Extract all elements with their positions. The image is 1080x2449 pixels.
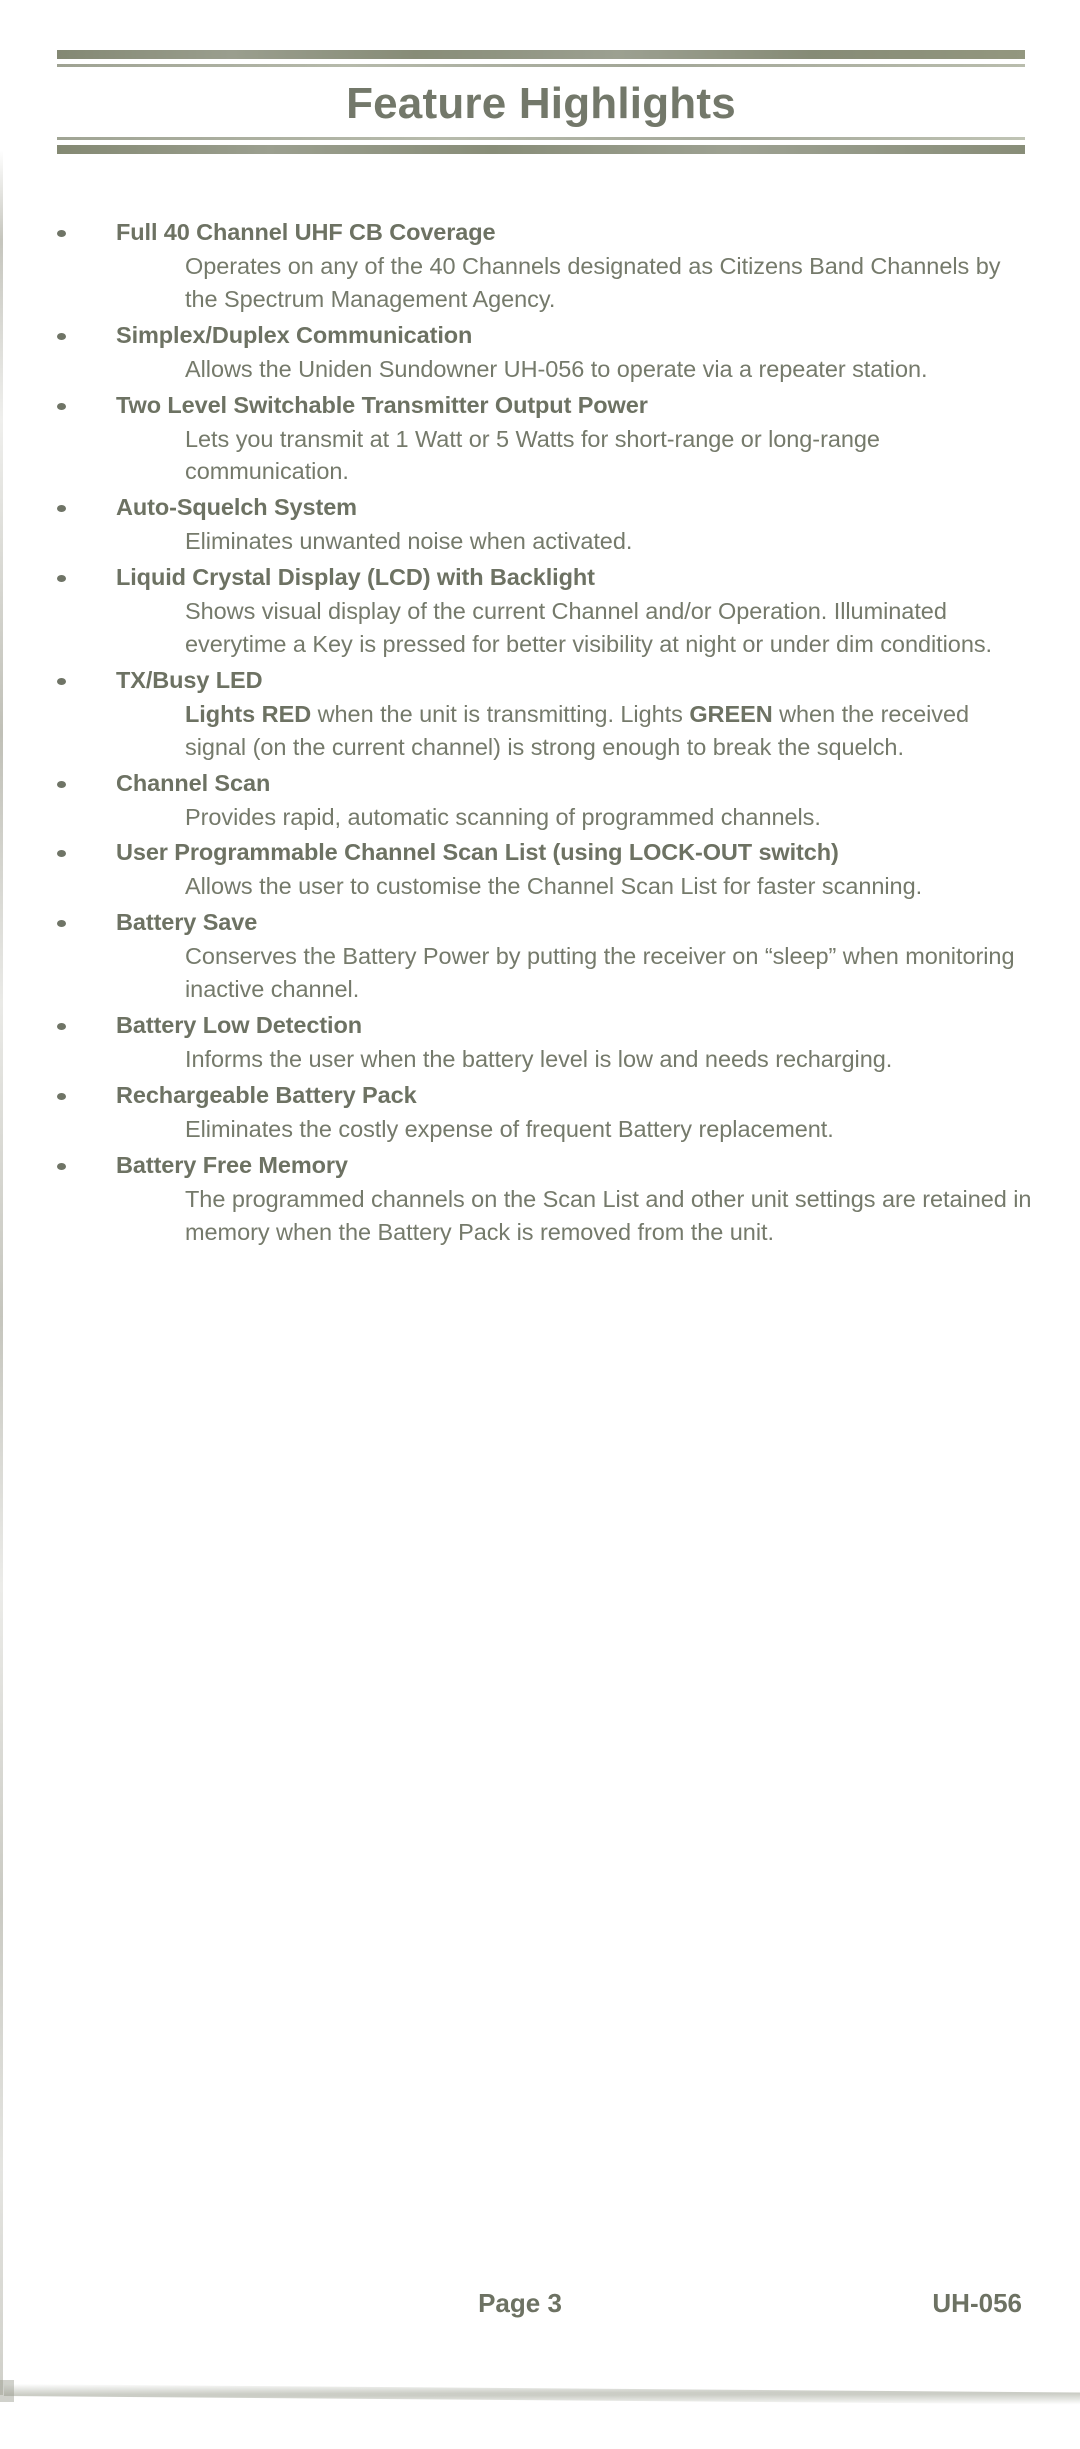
feature-item: Rechargeable Battery Pack Eliminates the… bbox=[0, 1080, 1080, 1146]
feature-body: Lets you transmit at 1 Watt or 5 Watts f… bbox=[185, 425, 880, 485]
feature-body: Informs the user when the battery level … bbox=[185, 1046, 893, 1072]
feature-body: Allows the Uniden Sundowner UH-056 to op… bbox=[185, 355, 928, 382]
bullet-icon bbox=[57, 1023, 66, 1031]
bullet-icon bbox=[57, 780, 66, 788]
bullet-icon bbox=[57, 1092, 66, 1100]
bullet-icon bbox=[57, 230, 66, 237]
feature-title: Full 40 Channel UHF CB Coverage bbox=[116, 219, 496, 245]
feature-body: Shows visual display of the current Chan… bbox=[185, 598, 993, 657]
feature-title: Battery Low Detection bbox=[116, 1012, 362, 1039]
feature-item: Two Level Switchable Transmitter Output … bbox=[0, 390, 1080, 489]
feature-body: Lights RED when the unit is transmitting… bbox=[185, 700, 970, 760]
feature-title: Auto-Squelch System bbox=[116, 494, 357, 521]
feature-title: Battery Free Memory bbox=[116, 1151, 348, 1178]
page-footer: Page 3 UH-056 bbox=[0, 2288, 1080, 2336]
feature-title: Simplex/Duplex Communication bbox=[116, 321, 473, 348]
bullet-icon bbox=[57, 505, 66, 513]
feature-title: Battery Save bbox=[116, 909, 258, 936]
bullet-icon bbox=[57, 920, 66, 928]
feature-body: Conserves the Battery Power by putting t… bbox=[185, 943, 1015, 1003]
feature-item: Full 40 Channel UHF CB Coverage Operates… bbox=[0, 217, 1080, 316]
feature-body: Allows the user to customise the Channel… bbox=[185, 873, 923, 900]
bullet-icon bbox=[57, 677, 66, 685]
bullet-icon bbox=[57, 575, 66, 583]
page-title: Feature Highlights bbox=[346, 79, 736, 128]
feature-item: Channel Scan Provides rapid, automatic s… bbox=[0, 768, 1080, 834]
bullet-icon bbox=[57, 402, 66, 410]
feature-item: Auto-Squelch System Eliminates unwanted … bbox=[0, 492, 1080, 558]
feature-body: Eliminates unwanted noise when activated… bbox=[185, 528, 633, 555]
feature-item: Battery Low Detection Informs the user w… bbox=[0, 1010, 1080, 1076]
feature-title: Channel Scan bbox=[116, 769, 271, 796]
feature-item: TX/Busy LED Lights RED when the unit is … bbox=[0, 665, 1080, 764]
header-rule-top-thick bbox=[57, 50, 1025, 59]
feature-item: Liquid Crystal Display (LCD) with Backli… bbox=[0, 562, 1080, 661]
feature-title: User Programmable Channel Scan List (usi… bbox=[116, 839, 839, 866]
feature-title: Two Level Switchable Transmitter Output … bbox=[116, 391, 648, 418]
header-rule-bottom-thin bbox=[57, 137, 1025, 141]
page-bottom-corner-artifact bbox=[0, 2380, 14, 2402]
header-rule-top-thin bbox=[57, 64, 1025, 67]
bullet-icon bbox=[57, 850, 66, 858]
feature-body: The programmed channels on the Scan List… bbox=[185, 1185, 1032, 1245]
feature-item: Battery Free Memory The programmed chann… bbox=[0, 1150, 1080, 1249]
feature-item: Battery Save Conserves the Battery Power… bbox=[0, 907, 1080, 1006]
feature-body: Operates on any of the 40 Channels desig… bbox=[185, 252, 1001, 312]
document-page: Feature Highlights Full 40 Channel UHF C… bbox=[0, 0, 1080, 2449]
feature-item: User Programmable Channel Scan List (usi… bbox=[0, 837, 1080, 903]
model-number: UH-056 bbox=[932, 2288, 1022, 2318]
header-rule-bottom-thick bbox=[57, 145, 1025, 155]
feature-title: TX/Busy LED bbox=[116, 666, 263, 693]
feature-body: Provides rapid, automatic scanning of pr… bbox=[185, 803, 821, 830]
page-number: Page 3 bbox=[478, 2288, 562, 2318]
feature-body: Eliminates the costly expense of frequen… bbox=[185, 1115, 834, 1142]
feature-title: Liquid Crystal Display (LCD) with Backli… bbox=[116, 564, 595, 591]
feature-list: Full 40 Channel UHF CB Coverage Operates… bbox=[0, 217, 1080, 1252]
page-bottom-edge-artifact bbox=[3, 2384, 1080, 2405]
feature-item: Simplex/Duplex Communication Allows the … bbox=[0, 320, 1080, 386]
page-header: Feature Highlights bbox=[57, 50, 1025, 155]
feature-title: Rechargeable Battery Pack bbox=[116, 1081, 417, 1108]
bullet-icon bbox=[57, 332, 66, 340]
bullet-icon bbox=[57, 1162, 66, 1170]
